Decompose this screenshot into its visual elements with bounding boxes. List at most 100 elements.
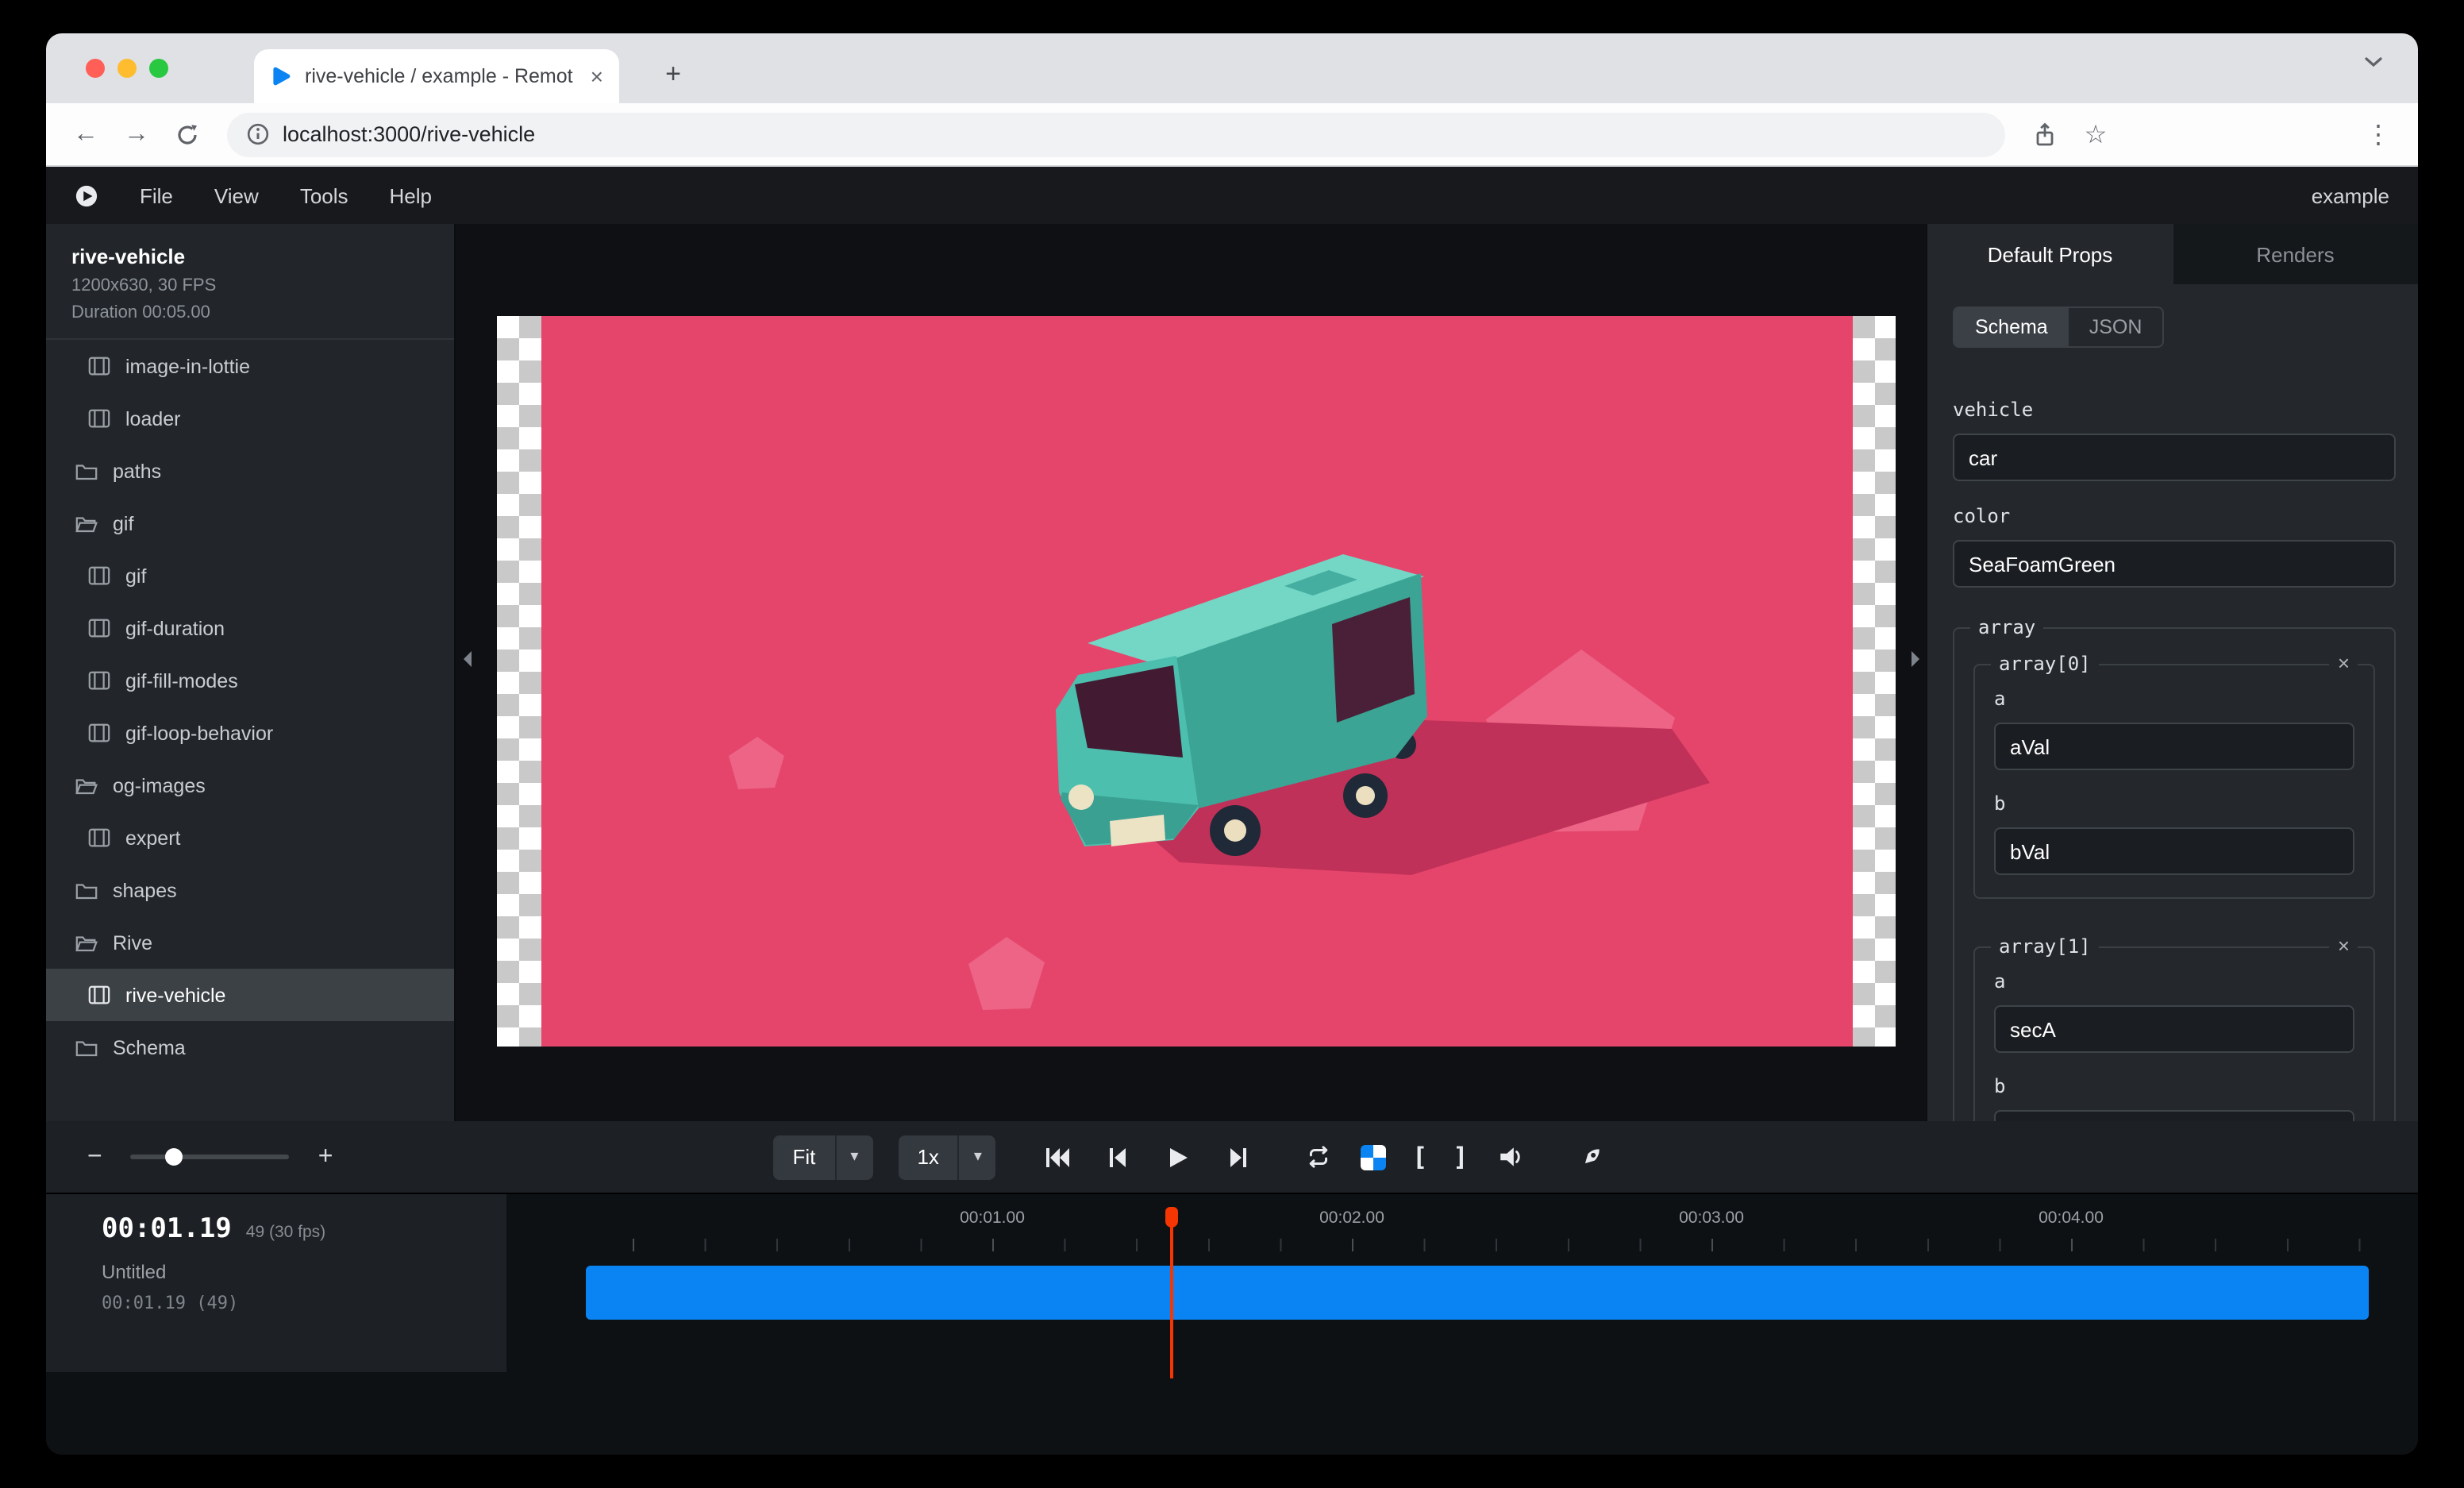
tab-close-icon[interactable]: × xyxy=(591,64,603,89)
back-button[interactable]: ← xyxy=(65,114,106,155)
menu-view[interactable]: View xyxy=(214,183,259,207)
project-name-label: example xyxy=(2312,183,2389,207)
tab-default-props[interactable]: Default Props xyxy=(1927,224,2173,284)
loop-toggle-icon[interactable] xyxy=(1301,1139,1336,1174)
array-fieldset: array array[0] × a b xyxy=(1953,616,2396,1121)
chevron-down-icon: ▾ xyxy=(958,1135,996,1179)
sidebar-item-image-in-lottie[interactable]: image-in-lottie xyxy=(46,340,454,392)
composition-duration: Duration 00:05.00 xyxy=(71,303,429,322)
composition-icon xyxy=(87,407,111,430)
collapse-right-panel-arrow-icon[interactable] xyxy=(1907,646,1923,671)
collapse-left-sidebar-arrow-icon[interactable] xyxy=(459,646,475,671)
sidebar-item-paths[interactable]: paths xyxy=(46,445,454,497)
folder-open-icon xyxy=(75,931,98,954)
ruler-label: 00:01.00 xyxy=(960,1209,1025,1228)
previous-frame-button[interactable] xyxy=(1101,1139,1136,1174)
remove-array-item-icon[interactable]: × xyxy=(2330,651,2358,675)
playback-controls-bar: − + Fit ▾ 1x ▾ xyxy=(46,1121,2418,1193)
browser-tab[interactable]: rive-vehicle / example - Remot × xyxy=(254,49,619,103)
timeline-sequence-bar[interactable] xyxy=(586,1266,2369,1320)
minimize-window-button[interactable] xyxy=(117,59,137,78)
render-rocket-icon[interactable] xyxy=(1573,1139,1608,1174)
sidebar-item-loader[interactable]: loader xyxy=(46,392,454,445)
tab-json[interactable]: JSON xyxy=(2069,308,2163,346)
play-button[interactable] xyxy=(1161,1139,1196,1174)
forward-button[interactable]: → xyxy=(116,114,157,155)
menu-help[interactable]: Help xyxy=(390,183,433,207)
zoom-slider[interactable] xyxy=(131,1155,290,1159)
volume-icon[interactable] xyxy=(1494,1139,1529,1174)
browser-window: rive-vehicle / example - Remot × + ← → l… xyxy=(46,33,2418,1455)
timeline-ruler[interactable]: 00:01.00 00:02.00 00:03.00 00:04.00 xyxy=(586,1204,2369,1239)
tab-search-chevron-icon[interactable] xyxy=(2364,56,2383,68)
sidebar-item-gif[interactable]: gif xyxy=(46,549,454,602)
sidebar-item-label: expert xyxy=(125,827,181,849)
vehicle-input[interactable] xyxy=(1953,434,2396,481)
field-label-vehicle: vehicle xyxy=(1953,399,2396,421)
zoom-in-button[interactable]: + xyxy=(318,1143,333,1171)
array-0-a-input[interactable] xyxy=(1994,723,2354,770)
field-label-b: b xyxy=(1994,792,2354,815)
fit-select[interactable]: Fit ▾ xyxy=(773,1135,872,1179)
zoom-slider-knob[interactable] xyxy=(166,1148,183,1166)
bookmark-star-icon[interactable]: ☆ xyxy=(2075,114,2116,155)
sidebar-item-schema[interactable]: Schema xyxy=(46,1021,454,1074)
fit-select-value: Fit xyxy=(773,1145,834,1169)
sidebar-item-label: gif-loop-behavior xyxy=(125,722,273,744)
sidebar-item-gif-folder[interactable]: gif xyxy=(46,497,454,549)
timeline: 00:01.19 49 (30 fps) Untitled 00:01.19 (… xyxy=(46,1193,2418,1455)
array-item-1: array[1] × a b xyxy=(1973,946,2375,1121)
array-item-0: array[0] × a b xyxy=(1973,664,2375,899)
skip-to-start-button[interactable] xyxy=(1041,1139,1076,1174)
array-1-a-input[interactable] xyxy=(1994,1005,2354,1053)
remove-array-item-icon[interactable]: × xyxy=(2330,934,2358,958)
sidebar-item-rive-vehicle[interactable]: rive-vehicle xyxy=(46,969,454,1021)
sidebar-item-shapes[interactable]: shapes xyxy=(46,864,454,916)
browser-toolbar: ← → localhost:3000/rive-vehicle ☆ ⋮ xyxy=(46,103,2418,167)
tab-schema[interactable]: Schema xyxy=(1954,308,2069,346)
sidebar-item-og-images[interactable]: og-images xyxy=(46,759,454,811)
props-panel: Default Props Renders Schema JSON vehicl… xyxy=(1926,224,2418,1121)
share-icon[interactable] xyxy=(2024,114,2066,155)
zoom-window-button[interactable] xyxy=(149,59,168,78)
sidebar-item-rive-folder[interactable]: Rive xyxy=(46,916,454,969)
current-timecode: 00:01.19 xyxy=(102,1213,232,1245)
sidebar-item-gif-loop-behavior[interactable]: gif-loop-behavior xyxy=(46,707,454,759)
menu-tools[interactable]: Tools xyxy=(300,183,348,207)
out-point-button[interactable]: ] xyxy=(1453,1142,1468,1172)
page-info-icon[interactable] xyxy=(246,122,270,146)
compositions-sidebar: rive-vehicle 1200x630, 30 FPS Duration 0… xyxy=(46,224,456,1121)
composition-icon xyxy=(87,826,111,850)
schema-json-toggle: Schema JSON xyxy=(1953,306,2164,348)
address-bar[interactable]: localhost:3000/rive-vehicle xyxy=(227,112,2005,156)
color-input[interactable] xyxy=(1953,540,2396,588)
array-item-1-label: array[1] xyxy=(1991,935,2099,958)
new-tab-button[interactable]: + xyxy=(653,54,694,95)
menu-file[interactable]: File xyxy=(140,183,173,207)
close-window-button[interactable] xyxy=(86,59,105,78)
sidebar-item-gif-duration[interactable]: gif-duration xyxy=(46,602,454,654)
zoom-out-button[interactable]: − xyxy=(87,1143,102,1171)
transparency-checkerboard-toggle[interactable] xyxy=(1361,1144,1387,1170)
next-frame-button[interactable] xyxy=(1222,1139,1257,1174)
browser-menu-kebab-icon[interactable]: ⋮ xyxy=(2358,114,2399,155)
array-1-b-input[interactable] xyxy=(1994,1110,2354,1121)
composition-name: rive-vehicle xyxy=(71,245,429,268)
tab-favicon xyxy=(270,65,292,87)
sidebar-item-gif-fill-modes[interactable]: gif-fill-modes xyxy=(46,654,454,707)
sidebar-item-label: paths xyxy=(113,460,161,482)
array-0-b-input[interactable] xyxy=(1994,827,2354,875)
track-duration: 00:01.19 (49) xyxy=(102,1293,484,1313)
folder-icon xyxy=(75,878,98,902)
tab-renders[interactable]: Renders xyxy=(2173,224,2418,284)
sidebar-item-expert[interactable]: expert xyxy=(46,811,454,864)
playback-rate-select[interactable]: 1x ▾ xyxy=(898,1135,996,1179)
props-editor: Schema JSON vehicle color array xyxy=(1927,284,2418,1121)
composition-icon xyxy=(87,669,111,692)
folder-icon xyxy=(75,459,98,483)
sidebar-item-label: Rive xyxy=(113,931,152,954)
reload-button[interactable] xyxy=(167,114,208,155)
playhead[interactable] xyxy=(1170,1207,1173,1378)
in-point-button[interactable]: [ xyxy=(1412,1142,1427,1172)
composition-icon xyxy=(87,721,111,745)
